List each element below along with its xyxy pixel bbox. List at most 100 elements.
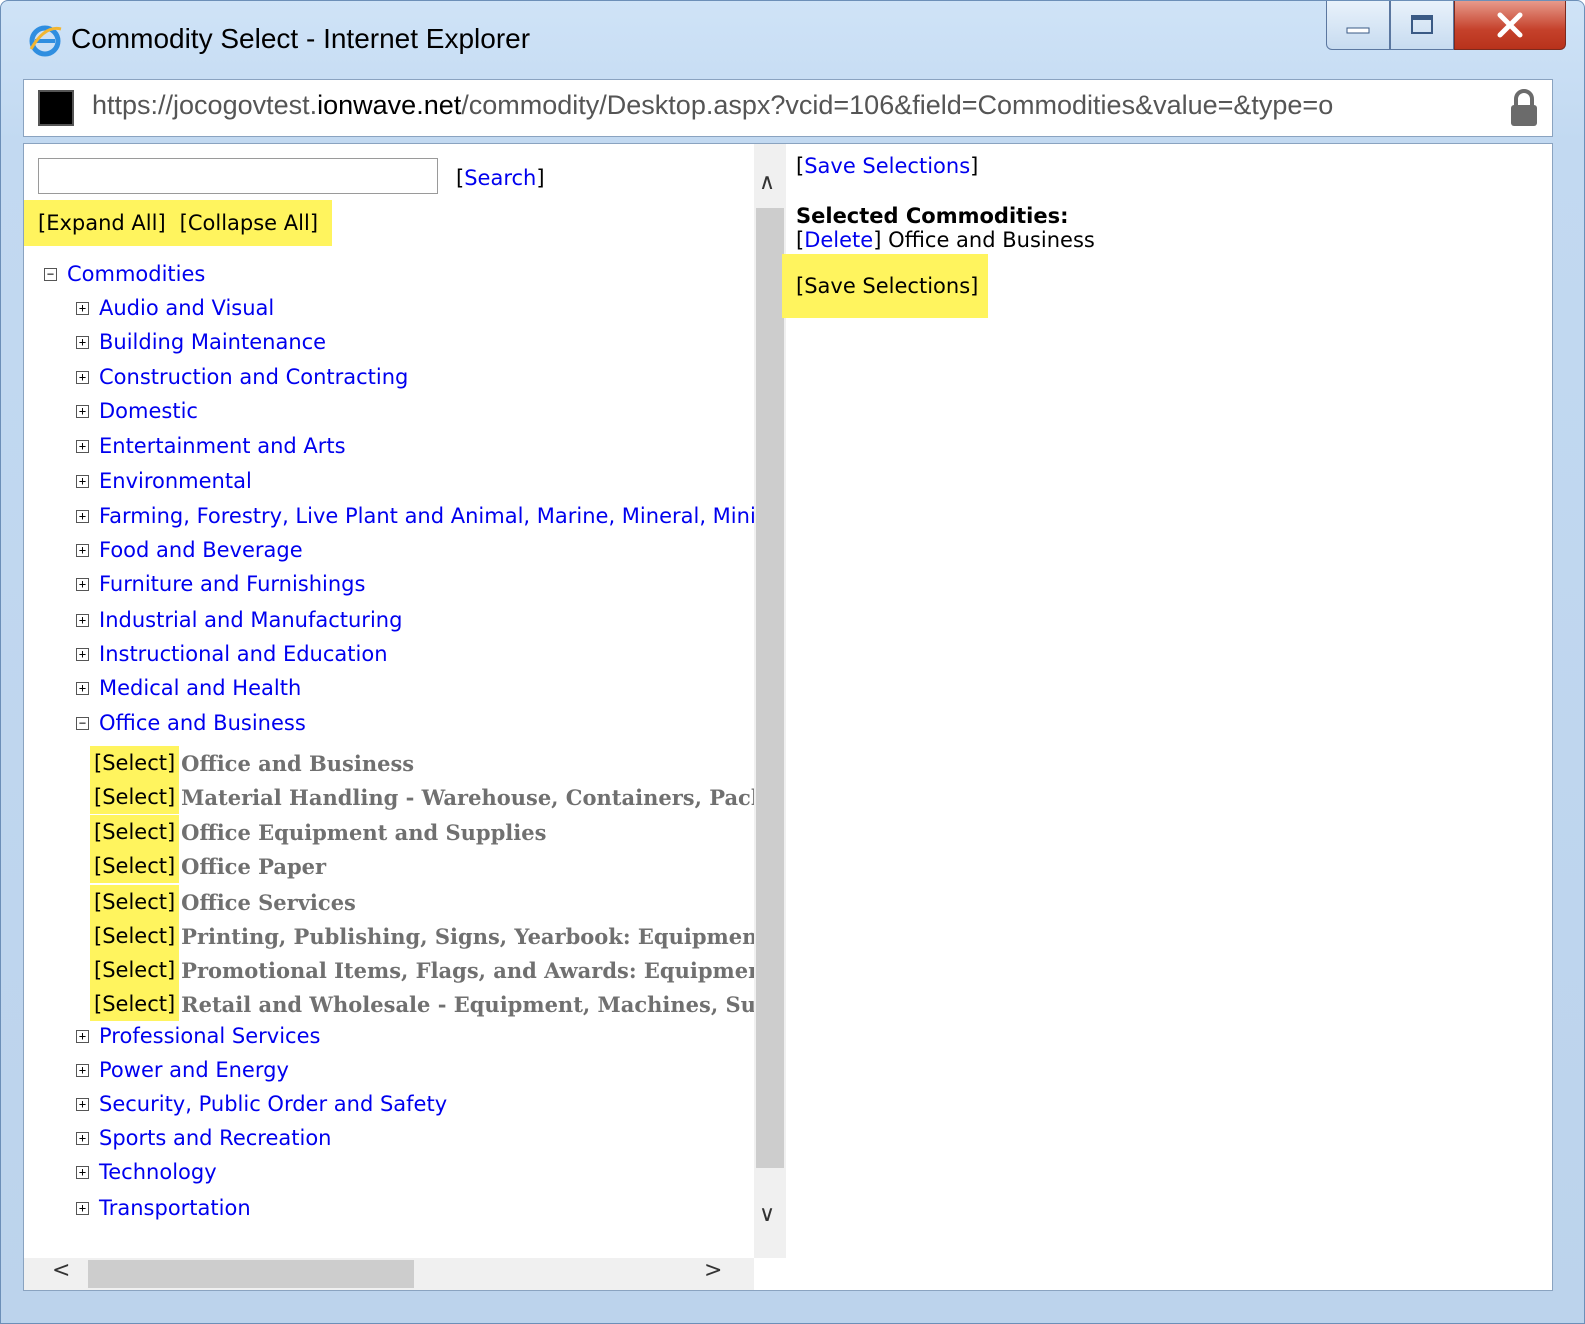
vertical-scroll-thumb[interactable] — [756, 208, 784, 1168]
tree-node: + Construction and Contracting — [76, 365, 408, 389]
tree-node-label[interactable]: Security, Public Order and Safety — [99, 1092, 447, 1116]
tree-node: + Audio and Visual — [76, 296, 274, 320]
scroll-right-icon[interactable]: > — [704, 1258, 722, 1283]
leaf-row: [Select] Office Services — [90, 885, 356, 919]
leaf-row: [Select] Office Equipment and Supplies — [90, 815, 546, 849]
plus-box-icon[interactable]: + — [76, 509, 89, 523]
expand-all-link[interactable]: Expand All — [46, 211, 157, 235]
select-link[interactable]: [Select] — [90, 885, 180, 919]
select-link[interactable]: [Select] — [90, 953, 180, 987]
plus-box-icon[interactable]: + — [76, 647, 89, 661]
tree-node: + Domestic — [76, 399, 198, 423]
url-text[interactable]: https://jocogovtest.ionwave.net/commodit… — [92, 90, 1333, 121]
tree-node-label[interactable]: Entertainment and Arts — [99, 434, 346, 458]
select-link[interactable]: [Select] — [90, 780, 180, 814]
url-path: /commodity/Desktop.aspx?vcid=106&field=C… — [461, 90, 1334, 120]
plus-box-icon[interactable]: + — [76, 1165, 89, 1179]
minus-box-icon[interactable]: − — [76, 716, 89, 730]
close-button[interactable] — [1454, 1, 1566, 50]
plus-box-icon[interactable]: + — [76, 1201, 89, 1215]
plus-box-icon[interactable]: + — [76, 1029, 89, 1043]
search-link[interactable]: Search — [464, 166, 536, 190]
search-input[interactable] — [38, 158, 438, 194]
select-link[interactable]: [Select] — [90, 849, 180, 883]
minimize-icon — [1346, 27, 1370, 34]
plus-box-icon[interactable]: + — [76, 370, 89, 384]
tree-node: + Power and Energy — [76, 1058, 289, 1082]
tree-root: − Commodities — [44, 262, 205, 286]
scroll-down-icon[interactable]: ∨ — [759, 1202, 775, 1227]
select-link[interactable]: [Select] — [90, 987, 180, 1021]
tree-node-label[interactable]: Professional Services — [99, 1024, 320, 1048]
tree-node-label[interactable]: Sports and Recreation — [99, 1126, 331, 1150]
plus-box-icon[interactable]: + — [76, 335, 89, 349]
tree-node-label[interactable]: Audio and Visual — [99, 296, 274, 320]
minimize-button[interactable] — [1326, 1, 1390, 50]
plus-box-icon[interactable]: + — [76, 1097, 89, 1111]
plus-box-icon[interactable]: + — [76, 1131, 89, 1145]
save-selections-bottom-link[interactable]: Save Selections — [804, 274, 970, 298]
tree-node-expanded: − Office and Business — [76, 711, 306, 735]
plus-box-icon[interactable]: + — [76, 681, 89, 695]
tree-node: + Food and Beverage — [76, 538, 303, 562]
internet-explorer-icon — [29, 25, 62, 57]
plus-box-icon[interactable]: + — [76, 577, 89, 591]
tree-node-label[interactable]: Domestic — [99, 399, 198, 423]
tree-node: + Instructional and Education — [76, 642, 388, 666]
save-selections-bottom-wrapper: [Save Selections] — [782, 254, 988, 318]
plus-box-icon[interactable]: + — [76, 543, 89, 557]
leaf-label: Office and Business — [181, 750, 415, 776]
plus-box-icon[interactable]: + — [76, 1063, 89, 1077]
leaf-row: [Select] Office Paper — [90, 849, 326, 883]
tree-node: + Industrial and Manufacturing — [76, 608, 402, 632]
tree-node-label[interactable]: Medical and Health — [99, 676, 301, 700]
tree-node-label[interactable]: Building Maintenance — [99, 330, 326, 354]
commodity-tree-pane: [Search] [Expand All] [Collapse All] − C… — [24, 144, 754, 1258]
expand-all-wrapper: [Expand All] — [38, 211, 166, 235]
window-controls — [1326, 1, 1566, 53]
tree-node-label[interactable]: Environmental — [99, 469, 252, 493]
tree-node-label[interactable]: Technology — [99, 1160, 217, 1184]
maximize-icon — [1411, 15, 1433, 34]
leaf-label: Office Services — [181, 889, 356, 915]
plus-box-icon[interactable]: + — [76, 439, 89, 453]
leaf-label: Office Equipment and Supplies — [181, 819, 547, 845]
window-title: Commodity Select - Internet Explorer — [71, 23, 531, 54]
tree-node-label[interactable]: Transportation — [99, 1196, 251, 1220]
maximize-button[interactable] — [1390, 1, 1454, 50]
save-selections-top-link[interactable]: Save Selections — [804, 154, 970, 178]
minus-box-icon[interactable]: − — [44, 267, 57, 281]
select-link[interactable]: [Select] — [90, 815, 180, 849]
plus-box-icon[interactable]: + — [76, 301, 89, 315]
tree-node-label[interactable]: Industrial and Manufacturing — [99, 608, 402, 632]
tree-node-label[interactable]: Farming, Forestry, Live Plant and Animal… — [99, 504, 754, 528]
horizontal-scrollbar[interactable]: < > — [24, 1258, 754, 1290]
scroll-up-icon[interactable]: ∧ — [759, 170, 775, 195]
address-bar[interactable]: https://jocogovtest.ionwave.net/commodit… — [23, 79, 1553, 137]
select-link[interactable]: [Select] — [90, 746, 180, 780]
tree-node-label[interactable]: Furniture and Furnishings — [99, 572, 365, 596]
tree-node-label[interactable]: Office and Business — [99, 711, 306, 735]
tree-node: + Medical and Health — [76, 676, 301, 700]
tree-node-label[interactable]: Food and Beverage — [99, 538, 303, 562]
collapse-all-link[interactable]: Collapse All — [188, 211, 310, 235]
url-subdomain: jocogovtest. — [173, 90, 318, 120]
leaf-label: Material Handling - Warehouse, Container… — [181, 784, 754, 810]
tree-root-label[interactable]: Commodities — [67, 262, 205, 286]
horizontal-scroll-thumb[interactable] — [88, 1260, 414, 1288]
selection-pane: [Save Selections] Selected Commodities: … — [782, 144, 1552, 1290]
tree-node: + Farming, Forestry, Live Plant and Anima… — [76, 504, 754, 528]
scroll-left-icon[interactable]: < — [52, 1258, 70, 1283]
select-link[interactable]: [Select] — [90, 919, 180, 953]
tree-node-label[interactable]: Power and Energy — [99, 1058, 289, 1082]
plus-box-icon[interactable]: + — [76, 613, 89, 627]
plus-box-icon[interactable]: + — [76, 474, 89, 488]
lock-icon — [1511, 89, 1537, 126]
delete-link[interactable]: Delete — [804, 228, 873, 252]
tree-node-label[interactable]: Construction and Contracting — [99, 365, 408, 389]
search-link-wrapper: [Search] — [456, 166, 545, 190]
leaf-label: Retail and Wholesale - Equipment, Machin… — [181, 991, 754, 1017]
plus-box-icon[interactable]: + — [76, 404, 89, 418]
tree-node-label[interactable]: Instructional and Education — [99, 642, 388, 666]
leaf-label: Printing, Publishing, Signs, Yearbook: E… — [181, 923, 754, 949]
